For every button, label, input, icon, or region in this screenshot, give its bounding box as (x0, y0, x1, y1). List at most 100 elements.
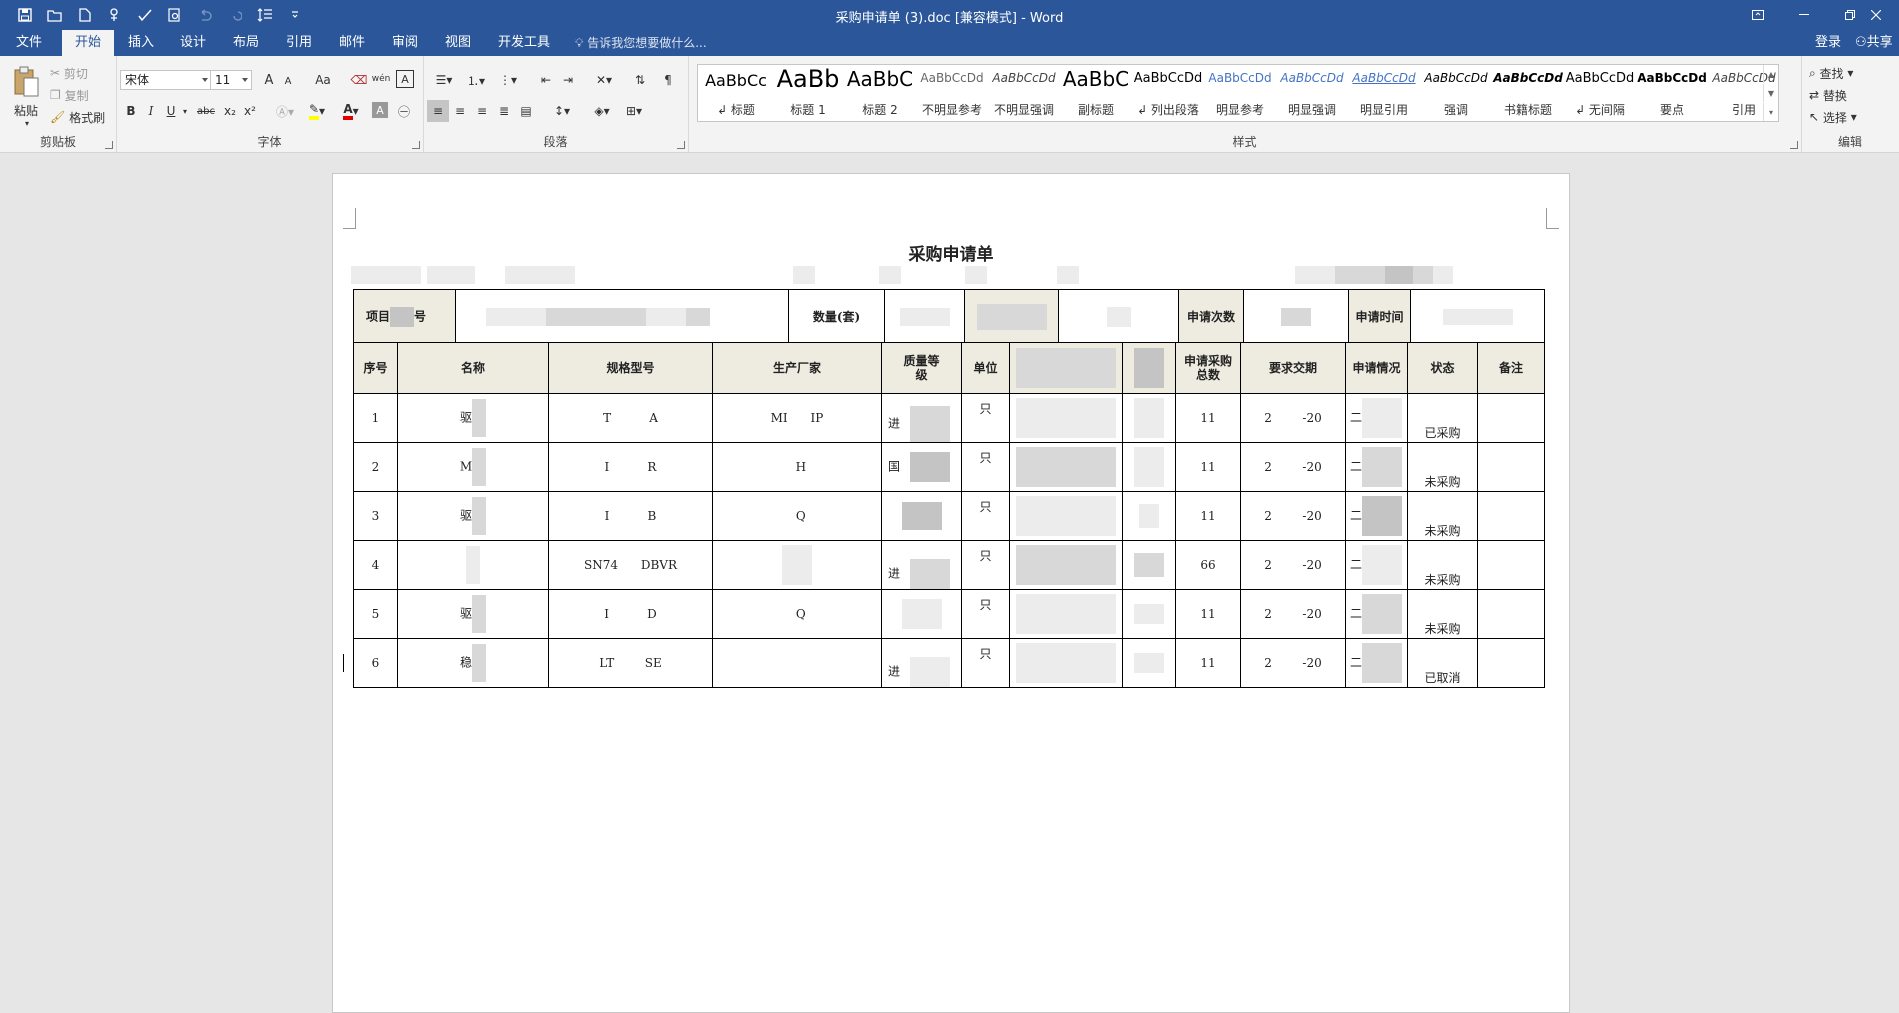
style-intense-reference[interactable]: AaBbCcDd 明显参考 (1204, 65, 1276, 121)
character-shading-icon[interactable]: A (372, 102, 388, 118)
cell-status[interactable]: 已采购 (1407, 393, 1478, 443)
cell-unit[interactable]: 只 (961, 540, 1010, 590)
cell-due[interactable]: 2 -20 (1240, 589, 1346, 639)
cell-name[interactable]: 驱 (397, 491, 549, 541)
cell-redacted[interactable] (1009, 491, 1123, 541)
phonetic-guide-button[interactable]: wén (372, 68, 391, 90)
font-color-icon[interactable]: A ▾ (336, 100, 366, 122)
bullets-icon[interactable]: ☰▾ (429, 70, 459, 90)
tab-view[interactable]: 视图 (439, 30, 477, 56)
cell-maker[interactable]: Q (712, 589, 882, 639)
cell-redacted[interactable] (1009, 638, 1123, 688)
find-button[interactable]: ⌕ 查找 ▾ (1809, 64, 1853, 82)
cell-apply[interactable]: 二 (1345, 638, 1408, 688)
cell-total[interactable]: 11 (1175, 442, 1241, 492)
cell-no[interactable]: 3 (353, 491, 398, 541)
styles-more-icon[interactable]: ▾ (1763, 103, 1778, 121)
cell-redacted[interactable] (1009, 442, 1123, 492)
tab-review[interactable]: 审阅 (386, 30, 424, 56)
tab-home[interactable]: 开始 (62, 30, 114, 56)
quantity-value[interactable] (884, 289, 965, 344)
paste-dropdown-icon[interactable]: ▾ (22, 118, 32, 128)
cell-unit[interactable]: 只 (961, 638, 1010, 688)
increase-indent-icon[interactable]: ⇥ (557, 70, 579, 90)
cell-quality[interactable]: 国 (881, 442, 962, 492)
underline-dropdown-icon[interactable]: ▾ (180, 100, 190, 122)
style-subtle-emphasis[interactable]: AaBbCcDd 不明显强调 (988, 65, 1060, 121)
align-right-icon[interactable]: ≡ (471, 100, 493, 122)
replace-button[interactable]: ⇄ 替换 (1809, 86, 1847, 104)
asian-layout-icon[interactable]: ✕▾ (589, 70, 619, 90)
borders-icon[interactable]: ⊞▾ (619, 100, 649, 122)
font-dialog-launcher[interactable] (412, 141, 420, 149)
font-name-box[interactable]: 宋体 (120, 70, 212, 90)
italic-button[interactable]: I (142, 100, 160, 122)
cell-status[interactable]: 未采购 (1407, 442, 1478, 492)
login-link[interactable]: 登录 (1815, 30, 1841, 56)
ribbon-display-options-icon[interactable] (1735, 0, 1781, 30)
styles-scroll-down-icon[interactable]: ▼ (1763, 84, 1778, 102)
cell-maker[interactable]: MI IP (712, 393, 882, 443)
enclose-characters-icon[interactable]: ㊀ (394, 100, 414, 122)
cell-apply[interactable]: 二 (1345, 393, 1408, 443)
style-intense-quote[interactable]: AaBbCcDd 明显引用 (1348, 65, 1420, 121)
apply-time-value[interactable] (1410, 289, 1545, 344)
character-border-button[interactable]: A (396, 70, 414, 88)
style-list-paragraph[interactable]: AaBbCcDd ↲ 列出段落 (1132, 65, 1204, 121)
style-emphasis[interactable]: AaBbCcDd 强调 (1420, 65, 1492, 121)
tab-design[interactable]: 设计 (174, 30, 212, 56)
cell-name[interactable]: 驱 (397, 589, 549, 639)
cell-due[interactable]: 2 -20 (1240, 393, 1346, 443)
cell-model[interactable]: I R (548, 442, 713, 492)
document-page[interactable]: 采购申请单 项目号 数量(套) 申请次数 申请时间 序号 名称 规格型号 生产厂… (332, 173, 1570, 1013)
style-intense-emphasis[interactable]: AaBbCcDd 明显强调 (1276, 65, 1348, 121)
show-formatting-marks-icon[interactable]: ¶ (657, 70, 679, 90)
cell-total[interactable]: 11 (1175, 491, 1241, 541)
select-button[interactable]: ↖ 选择 ▾ (1809, 108, 1857, 126)
cell-due[interactable]: 2 -20 (1240, 540, 1346, 590)
cell-no[interactable]: 6 (353, 638, 398, 688)
cell-name[interactable] (397, 540, 549, 590)
cell-due[interactable]: 2 -20 (1240, 442, 1346, 492)
tab-developer[interactable]: 开发工具 (492, 30, 556, 56)
cell-remark[interactable] (1477, 589, 1545, 639)
clear-formatting-icon[interactable]: ⌫ (350, 70, 368, 90)
cell-redacted[interactable] (1122, 589, 1176, 639)
font-name-dropdown-icon[interactable] (202, 78, 208, 82)
tab-file[interactable]: 文件 (10, 30, 48, 56)
cell-quality[interactable] (881, 589, 962, 639)
apply-count-value[interactable] (1243, 289, 1349, 344)
cell-model[interactable]: SN74 DBVR (548, 540, 713, 590)
shrink-font-button[interactable]: A (280, 72, 296, 90)
cell-remark[interactable] (1477, 491, 1545, 541)
style-heading-2[interactable]: AaBbC 标题 2 (844, 65, 916, 121)
find-dropdown-icon[interactable]: ▾ (1844, 66, 1853, 80)
style-subtitle[interactable]: AaBbC 副标题 (1060, 65, 1132, 121)
cell-quality[interactable]: 进 (881, 540, 962, 590)
cell-name[interactable]: 驱 (397, 393, 549, 443)
decrease-indent-icon[interactable]: ⇤ (535, 70, 557, 90)
select-dropdown-icon[interactable]: ▾ (1847, 110, 1857, 124)
cell-model[interactable]: T A (548, 393, 713, 443)
align-center-icon[interactable]: ≡ (449, 100, 471, 122)
cell-no[interactable]: 2 (353, 442, 398, 492)
format-painter-button[interactable]: 🖌︎ 格式刷 (50, 108, 105, 126)
numbering-icon[interactable]: ⒈▾ (461, 70, 491, 90)
cell-due[interactable]: 2 -20 (1240, 638, 1346, 688)
cell-unit[interactable]: 只 (961, 393, 1010, 443)
text-effects-icon[interactable]: Ⓐ▾ (272, 100, 298, 122)
superscript-button[interactable]: x² (240, 100, 260, 122)
font-size-box[interactable]: 11 (210, 70, 252, 90)
style-subtle-reference[interactable]: AaBbCcDd 不明显参考 (916, 65, 988, 121)
minimize-icon[interactable] (1781, 0, 1827, 30)
clipboard-dialog-launcher[interactable] (105, 141, 113, 149)
cell-maker[interactable]: Q (712, 491, 882, 541)
cell-no[interactable]: 1 (353, 393, 398, 443)
cell-apply[interactable]: 二 (1345, 540, 1408, 590)
cell-remark[interactable] (1477, 540, 1545, 590)
cell-redacted[interactable] (1122, 442, 1176, 492)
style-book-title[interactable]: AaBbCcDd 书籍标题 (1492, 65, 1564, 121)
highlight-color-icon[interactable]: ✎ ▾ (302, 100, 332, 122)
cell-name[interactable]: M (397, 442, 549, 492)
cell-status[interactable]: 未采购 (1407, 540, 1478, 590)
